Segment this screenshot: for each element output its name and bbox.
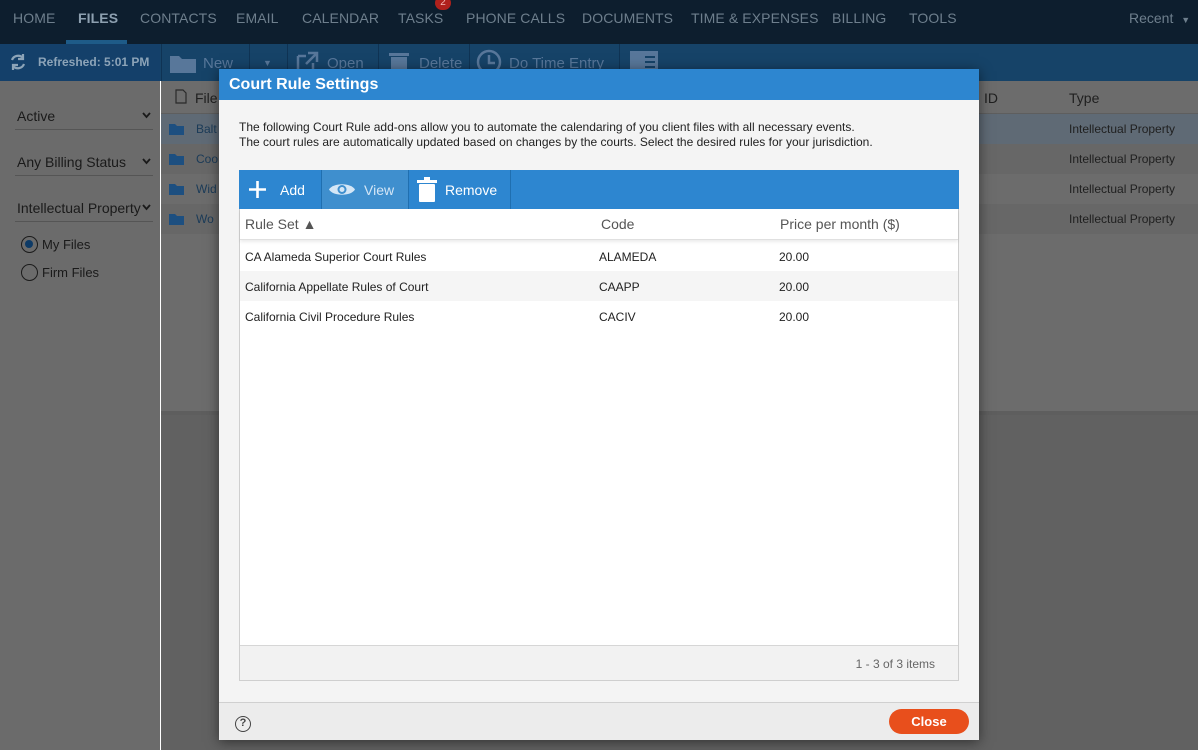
file-type: Intellectual Property <box>1069 122 1176 136</box>
chevron-down-icon <box>142 204 151 211</box>
column-rule-set[interactable]: Rule Set ▲ <box>245 216 316 232</box>
radio-firm-files-label: Firm Files <box>42 265 100 280</box>
file-name: Wo <box>196 212 214 226</box>
radio-indicator-checked <box>21 236 38 253</box>
refresh-icon <box>10 54 26 70</box>
filter-sidebar: Active Any Billing Status Intellectual P… <box>0 81 160 750</box>
folder-icon <box>170 56 196 73</box>
chevron-down-icon <box>142 158 151 165</box>
top-nav: HOME FILES CONTACTS EMAIL CALENDAR TASKS… <box>0 0 1198 44</box>
rule-set-cell: California Appellate Rules of Court <box>245 280 429 294</box>
file-type: Intellectual Property <box>1069 212 1176 226</box>
nav-phone-calls[interactable]: PHONE CALLS <box>466 10 565 26</box>
recent-label: Recent <box>1129 10 1174 26</box>
view-label: View <box>364 182 395 198</box>
chevron-down-icon: ▼ <box>263 58 272 68</box>
pager-info: 1 - 3 of 3 items <box>855 657 935 671</box>
description-line: The court rules are automatically update… <box>239 135 873 149</box>
status-filter-value: Active <box>17 108 56 124</box>
chevron-down-icon: ▼ <box>1181 15 1191 25</box>
dialog-footer: ? Close <box>219 702 979 740</box>
rule-set-cell: California Civil Procedure Rules <box>245 310 415 324</box>
remove-label: Remove <box>445 182 498 198</box>
nav-documents[interactable]: DOCUMENTS <box>582 10 673 26</box>
plus-icon <box>249 181 266 198</box>
file-type: Intellectual Property <box>1069 152 1176 166</box>
price-cell: 20.00 <box>779 250 810 264</box>
rule-set-cell: CA Alameda Superior Court Rules <box>245 250 427 264</box>
price-cell: 20.00 <box>779 310 810 324</box>
dialog-title: Court Rule Settings <box>229 76 379 93</box>
table-row[interactable]: California Appellate Rules of Court CAAP… <box>240 271 958 301</box>
radio-indicator <box>21 264 38 281</box>
column-type[interactable]: Type <box>1069 90 1099 106</box>
nav-contacts[interactable]: CONTACTS <box>140 10 217 26</box>
nav-tasks[interactable]: TASKS <box>398 10 443 26</box>
refreshed-time: Refreshed: 5:01 PM <box>38 55 150 69</box>
close-button[interactable]: Close <box>889 709 969 734</box>
description-line: The following Court Rule add-ons allow y… <box>239 120 855 134</box>
folder-icon <box>169 184 184 195</box>
nav-home[interactable]: HOME <box>13 10 55 26</box>
nav-time-expenses[interactable]: TIME & EXPENSES <box>691 10 819 26</box>
tasks-count-badge: 2 <box>435 0 451 10</box>
status-filter-select[interactable]: Active <box>15 100 153 130</box>
refresh-button[interactable]: Refreshed: 5:01 PM <box>0 44 160 81</box>
price-cell: 20.00 <box>779 280 810 294</box>
rule-actions-bar: Add View Remove <box>239 170 959 209</box>
column-id[interactable]: ID <box>984 90 998 106</box>
code-cell: CAAPP <box>599 280 640 294</box>
chevron-down-icon <box>142 112 151 119</box>
remove-button[interactable]: Remove <box>409 170 511 209</box>
court-rule-settings-dialog: Court Rule Settings The following Court … <box>219 69 979 740</box>
recent-menu[interactable]: Recent ▼ <box>1129 10 1190 26</box>
grid-header: Rule Set ▲ Code Price per month ($) <box>240 209 958 240</box>
court-rules-grid: Rule Set ▲ Code Price per month ($) CA A… <box>239 209 959 681</box>
dialog-description: The following Court Rule add-ons allow y… <box>239 120 873 150</box>
view-button[interactable]: View <box>322 170 409 209</box>
nav-billing[interactable]: BILLING <box>832 10 886 26</box>
trash-icon <box>417 177 437 202</box>
billing-status-value: Any Billing Status <box>17 154 126 170</box>
file-name: Coo <box>196 152 219 166</box>
eye-icon <box>329 184 355 195</box>
file-name: Balt <box>196 122 217 136</box>
help-icon[interactable]: ? <box>235 716 251 732</box>
nav-tools[interactable]: TOOLS <box>909 10 957 26</box>
nav-calendar[interactable]: CALENDAR <box>302 10 379 26</box>
add-label: Add <box>280 182 305 198</box>
code-cell: ALAMEDA <box>599 250 657 264</box>
table-row[interactable]: CA Alameda Superior Court Rules ALAMEDA … <box>240 241 958 271</box>
folder-icon <box>169 214 184 225</box>
type-filter-select[interactable]: Intellectual Property <box>15 192 153 222</box>
nav-email[interactable]: EMAIL <box>236 10 279 26</box>
column-price[interactable]: Price per month ($) <box>780 216 900 232</box>
column-file[interactable]: File <box>195 90 218 106</box>
file-name: Wid <box>196 182 217 196</box>
folder-icon <box>169 124 184 135</box>
nav-files[interactable]: FILES <box>78 10 118 26</box>
type-filter-value: Intellectual Property <box>17 200 141 216</box>
column-code[interactable]: Code <box>601 216 634 232</box>
add-button[interactable]: Add <box>239 170 322 209</box>
file-type: Intellectual Property <box>1069 182 1176 196</box>
code-cell: CACIV <box>599 310 636 324</box>
dialog-titlebar[interactable]: Court Rule Settings <box>219 69 979 100</box>
folder-icon <box>169 154 184 165</box>
grid-pager: 1 - 3 of 3 items <box>240 645 958 680</box>
file-icon <box>175 89 187 104</box>
billing-status-select[interactable]: Any Billing Status <box>15 146 153 176</box>
table-row[interactable]: California Civil Procedure Rules CACIV 2… <box>240 301 958 331</box>
radio-my-files-label: My Files <box>42 237 91 252</box>
